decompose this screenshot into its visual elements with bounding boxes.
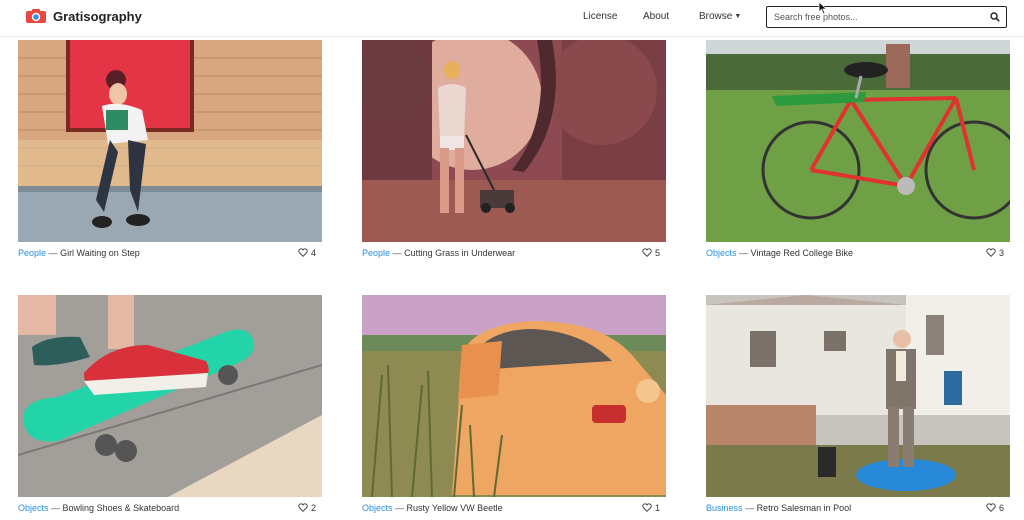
photo-red-bike[interactable] — [706, 40, 1010, 242]
caption-separator: — — [48, 248, 58, 258]
category-link[interactable]: People — [18, 248, 46, 258]
category-link[interactable]: People — [362, 248, 390, 258]
photo-caption: Business — Retro Salesman in Pool 6 — [706, 503, 1010, 517]
heart-icon — [642, 503, 652, 512]
like-button[interactable]: 4 — [298, 248, 316, 258]
category-link[interactable]: Business — [706, 503, 743, 513]
brand-name[interactable]: Gratisography — [53, 9, 142, 24]
photo-card[interactable]: Objects — Rusty Yellow VW Beetle 1 — [362, 295, 666, 517]
photo-girl-waiting[interactable] — [18, 40, 322, 242]
photo-title[interactable]: Girl Waiting on Step — [60, 248, 140, 258]
heart-icon — [642, 248, 652, 257]
like-count: 1 — [654, 503, 660, 513]
photo-caption: Objects — Rusty Yellow VW Beetle 1 — [362, 503, 666, 517]
heart-icon — [986, 248, 996, 257]
caption-separator: — — [392, 248, 402, 258]
like-button[interactable]: 2 — [298, 503, 316, 513]
search-box — [766, 6, 1007, 28]
like-count: 3 — [998, 248, 1004, 258]
photo-card[interactable]: People — Cutting Grass in Underwear 5 — [362, 40, 666, 262]
heart-icon — [298, 248, 308, 257]
heart-icon — [986, 503, 996, 512]
category-link[interactable]: Objects — [18, 503, 49, 513]
photo-card[interactable]: Objects — Bowling Shoes & Skateboard 2 — [18, 295, 322, 517]
photo-card[interactable]: People — Girl Waiting on Step 4 — [18, 40, 322, 262]
nav-about[interactable]: About — [643, 11, 669, 22]
photo-title[interactable]: Cutting Grass in Underwear — [404, 248, 515, 258]
photo-card[interactable]: Objects — Vintage Red College Bike 3 — [706, 40, 1010, 262]
photo-vw-beetle[interactable] — [362, 295, 666, 497]
photo-title[interactable]: Retro Salesman in Pool — [757, 503, 852, 513]
like-button[interactable]: 3 — [986, 248, 1004, 258]
photo-caption: Objects — Vintage Red College Bike 3 — [706, 248, 1010, 262]
caption-separator: — — [739, 248, 749, 258]
category-link[interactable]: Objects — [706, 248, 737, 258]
mouse-cursor-icon — [818, 1, 828, 15]
search-input[interactable] — [774, 9, 974, 25]
nav-license[interactable]: License — [583, 11, 617, 22]
photo-caption: People — Girl Waiting on Step 4 — [18, 248, 322, 262]
site-header: Gratisography License About Browse ▼ — [0, 0, 1024, 37]
photo-caption: Objects — Bowling Shoes & Skateboard 2 — [18, 503, 322, 517]
like-button[interactable]: 6 — [986, 503, 1004, 513]
camera-logo-icon[interactable] — [26, 9, 46, 23]
photo-title[interactable]: Bowling Shoes & Skateboard — [63, 503, 180, 513]
like-count: 2 — [310, 503, 316, 513]
caption-separator: — — [745, 503, 755, 513]
category-link[interactable]: Objects — [362, 503, 393, 513]
search-icon[interactable] — [990, 12, 1000, 22]
like-count: 5 — [654, 248, 660, 258]
like-count: 4 — [310, 248, 316, 258]
caret-down-icon: ▼ — [734, 13, 742, 20]
like-button[interactable]: 5 — [642, 248, 660, 258]
like-button[interactable]: 1 — [642, 503, 660, 513]
photo-caption: People — Cutting Grass in Underwear 5 — [362, 248, 666, 262]
photo-salesman-pool[interactable] — [706, 295, 1010, 497]
photo-title[interactable]: Vintage Red College Bike — [751, 248, 853, 258]
photo-bowling-shoes[interactable] — [18, 295, 322, 497]
like-count: 6 — [998, 503, 1004, 513]
photo-card[interactable]: Business — Retro Salesman in Pool 6 — [706, 295, 1010, 517]
heart-icon — [298, 503, 308, 512]
caption-separator: — — [395, 503, 405, 513]
photo-cutting-grass[interactable] — [362, 40, 666, 242]
nav-browse[interactable]: Browse ▼ — [699, 11, 741, 22]
photo-title[interactable]: Rusty Yellow VW Beetle — [407, 503, 503, 513]
nav-browse-label: Browse — [699, 11, 733, 22]
caption-separator: — — [51, 503, 61, 513]
